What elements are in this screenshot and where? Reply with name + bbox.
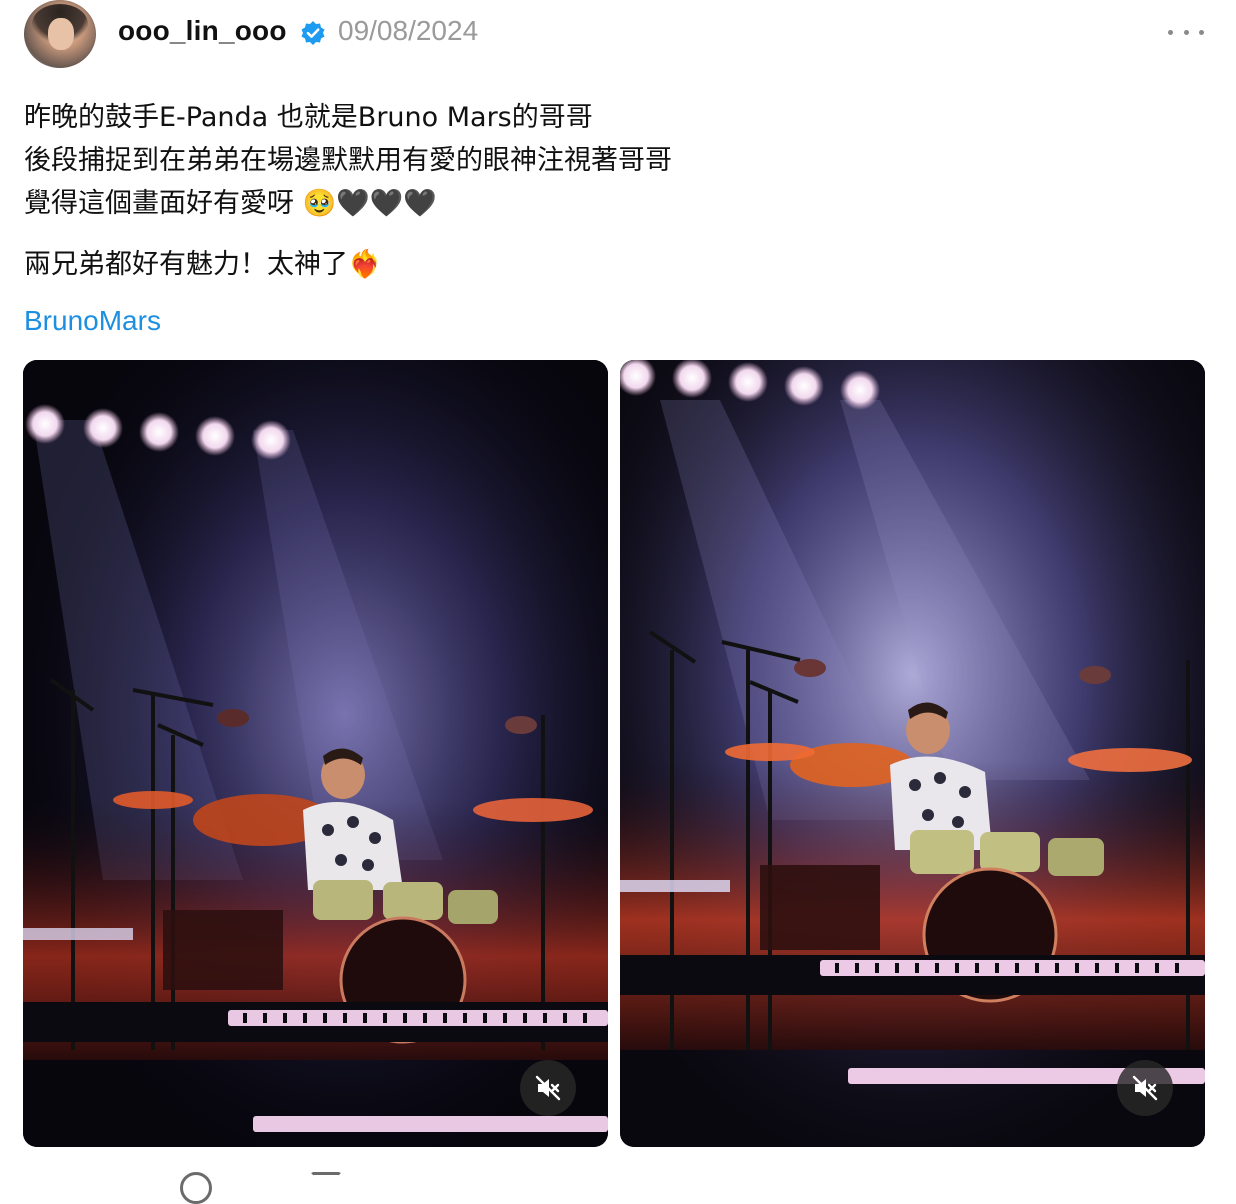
muted-speaker-icon bbox=[1132, 1075, 1158, 1101]
post-date: 09/08/2024 bbox=[338, 15, 479, 46]
post-action-bar bbox=[180, 1172, 380, 1204]
mute-button[interactable] bbox=[1117, 1060, 1173, 1116]
username[interactable]: ooo_lin_ooo bbox=[118, 15, 287, 47]
more-options-icon[interactable] bbox=[1168, 20, 1204, 44]
caption-line: 後段捕捉到在弟弟在場邊默默用有愛的眼神注視著哥哥 bbox=[24, 145, 672, 176]
repost-icon[interactable] bbox=[310, 1172, 342, 1204]
video-thumbnail-1[interactable] bbox=[23, 360, 608, 1147]
caption-line: 覺得這個畫面好有愛呀 🥹🖤🖤🖤 bbox=[24, 188, 438, 219]
video-thumbnail-2[interactable] bbox=[620, 360, 1205, 1147]
avatar-face bbox=[48, 18, 74, 50]
concert-stage-image bbox=[23, 360, 608, 1147]
verified-badge-icon bbox=[301, 21, 325, 45]
hashtag-link[interactable]: BrunoMars bbox=[24, 305, 161, 337]
muted-speaker-icon bbox=[535, 1075, 561, 1101]
post-caption: 昨晚的鼓手E-Panda 也就是Bruno Mars的哥哥 後段捕捉到在弟弟在場… bbox=[24, 96, 1204, 286]
comment-icon[interactable] bbox=[180, 1172, 212, 1204]
caption-line: 兩兄弟都好有魅力！太神了❤️‍🔥 bbox=[24, 249, 382, 280]
caption-line: 昨晚的鼓手E-Panda 也就是Bruno Mars的哥哥 bbox=[24, 102, 593, 133]
avatar[interactable] bbox=[24, 0, 96, 68]
mute-button[interactable] bbox=[520, 1060, 576, 1116]
concert-stage-image bbox=[620, 360, 1205, 1147]
